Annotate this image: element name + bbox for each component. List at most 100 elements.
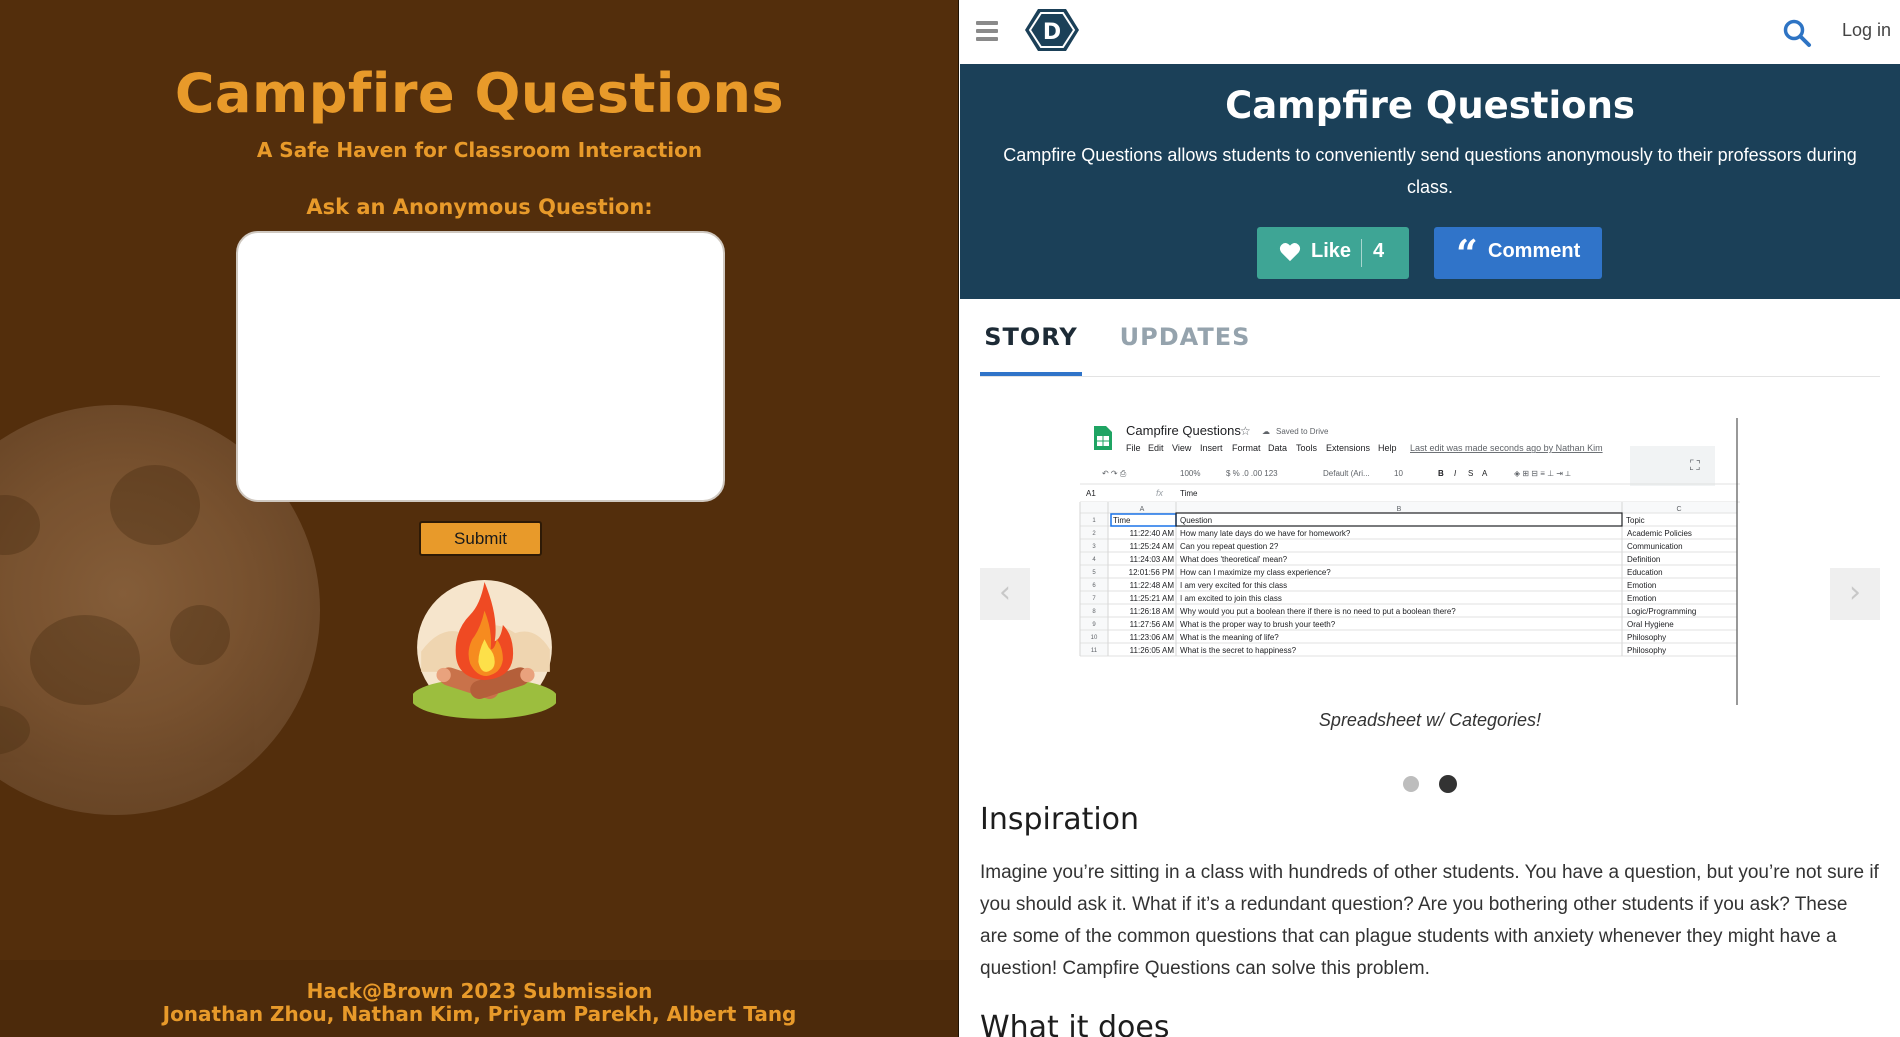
row-number: 11 [1091, 648, 1098, 654]
column-letter: C [1676, 506, 1681, 513]
sheet-menu-item: Tools [1296, 443, 1318, 453]
sheet-header-cell: Question [1180, 516, 1212, 525]
column-letter: B [1397, 506, 1402, 513]
devpost-panel: D Log in Campfire Questions Campfire Que… [960, 0, 1900, 1037]
sheet-time-cell: 11:25:21 AM [1130, 594, 1175, 603]
search-icon[interactable] [1782, 18, 1812, 48]
campfire-app-panel: Campfire Questions A Safe Haven for Clas… [0, 0, 959, 1037]
what-it-does-heading: What it does [980, 1010, 1170, 1037]
sheet-question-cell: What is the meaning of life? [1180, 633, 1279, 642]
sheet-menu-item: View [1172, 443, 1192, 453]
sheet-topic-cell: Emotion [1627, 594, 1656, 603]
last-edit-link: Last edit was made seconds ago by Nathan… [1410, 443, 1603, 453]
tab-story[interactable]: STORY [980, 300, 1082, 376]
carousel-dot-2[interactable] [1439, 775, 1457, 793]
sheet-toolbar: ↶ ↷ ⎙ 100% $ % .0 .00 123 Default (Ari..… [1102, 469, 1571, 478]
like-divider [1361, 239, 1362, 267]
sheet-question-cell: I am excited to join this class [1180, 594, 1282, 603]
like-label: Like [1311, 240, 1352, 262]
sheet-question-cell: I am very excited for this class [1180, 581, 1287, 590]
menu-icon[interactable] [976, 21, 998, 43]
svg-text:fx: fx [1156, 488, 1164, 498]
sheet-time-cell: 11:22:40 AM [1130, 529, 1175, 538]
carousel-next-button[interactable]: › [1830, 568, 1880, 620]
sheet-menu-item: Help [1378, 443, 1397, 453]
project-title: Campfire Questions [1225, 84, 1635, 127]
sheet-question-cell: What is the secret to happiness? [1180, 646, 1297, 655]
sheet-topic-cell: Communication [1627, 542, 1683, 551]
top-navbar: D Log in [960, 0, 1900, 65]
comment-button[interactable]: “ Comment [1434, 227, 1602, 279]
sheet-menu-item: File [1126, 443, 1141, 453]
sheet-topic-cell: Philosophy [1627, 646, 1666, 655]
svg-text:B: B [1438, 469, 1444, 478]
sheet-topic-cell: Oral Hygiene [1627, 620, 1674, 629]
ask-question-label: Ask an Anonymous Question: [306, 195, 653, 219]
sheet-menu-item: Extensions [1326, 443, 1371, 453]
campfire-icon [413, 580, 556, 719]
formula-value: Time [1180, 489, 1198, 498]
cloud-icon: ☁ [1262, 427, 1270, 436]
zoom-level: 100% [1180, 469, 1200, 478]
svg-text:↶ ↷ ⎙: ↶ ↷ ⎙ [1102, 469, 1127, 478]
sheet-grid: A B CTime Question Topic12 11:22:40 AM How man… [1079, 502, 1738, 657]
sheet-question-cell: What is the proper way to brush your tee… [1180, 620, 1336, 629]
sheet-topic-cell: Education [1627, 568, 1663, 577]
sheet-time-cell: 11:26:18 AM [1130, 607, 1175, 616]
sheet-question-cell: Can you repeat question 2? [1180, 542, 1279, 551]
svg-text:S: S [1468, 469, 1473, 478]
sheet-question-cell: Why would you put a boolean there if the… [1180, 607, 1456, 616]
font-size: 10 [1394, 469, 1403, 478]
row-number: 10 [1091, 635, 1098, 641]
login-link[interactable]: Log in [1842, 20, 1891, 41]
sheet-menu-item: Edit [1148, 443, 1164, 453]
like-button[interactable]: Like 4 [1257, 227, 1409, 279]
sheet-topic-cell: Emotion [1627, 581, 1656, 590]
devpost-logo[interactable]: D [1024, 8, 1080, 52]
project-description: Campfire Questions allows students to co… [1003, 145, 1857, 197]
logo-letter: D [1043, 20, 1061, 45]
submit-button[interactable]: Submit [419, 521, 542, 556]
sheet-time-cell: 11:24:03 AM [1130, 555, 1175, 564]
sheet-topic-cell: Philosophy [1627, 633, 1666, 642]
fullscreen-overlay[interactable] [1630, 446, 1715, 486]
comment-label: Comment [1488, 240, 1581, 262]
app-title: Campfire Questions [174, 62, 785, 125]
sheet-time-cell: 11:22:48 AM [1130, 581, 1175, 590]
google-sheets-icon [1094, 426, 1112, 450]
svg-text:$ % .0 .00 123: $ % .0 .00 123 [1226, 469, 1278, 478]
sheet-doc-title: Campfire Questions [1126, 423, 1241, 438]
svg-text:◈ ⊞ ⊟ ≡ ⊥ ⇥ ⟂: ◈ ⊞ ⊟ ≡ ⊥ ⇥ ⟂ [1514, 469, 1571, 478]
sheet-menu-item: Insert [1200, 443, 1223, 453]
star-icon: ☆ [1240, 424, 1251, 438]
inspiration-heading: Inspiration [980, 802, 1140, 837]
carousel-prev-button[interactable]: ‹ [980, 568, 1030, 620]
sheet-time-cell: 11:26:05 AM [1130, 646, 1175, 655]
sheet-time-cell: 11:23:06 AM [1130, 633, 1175, 642]
sheet-menu-item: Data [1268, 443, 1287, 453]
sheet-time-cell: 11:27:56 AM [1130, 620, 1175, 629]
sheet-menu-item: Format [1232, 443, 1261, 453]
heart-icon [1279, 243, 1301, 262]
footer-authors-text: Jonathan Zhou, Nathan Kim, Priyam Parekh… [162, 1002, 797, 1026]
tab-updates[interactable]: UPDATES [1110, 300, 1260, 376]
chevron-left-icon: ‹ [999, 575, 1011, 610]
saved-status: Saved to Drive [1276, 427, 1329, 436]
carousel-dot-1[interactable] [1403, 776, 1419, 792]
sheet-topic-cell: Logic/Programming [1627, 607, 1696, 616]
inspiration-text: Imagine you’re sitting in a class with h… [980, 862, 1879, 979]
quote-icon: “ [1456, 231, 1478, 276]
sheet-topic-cell: Definition [1627, 555, 1660, 564]
chevron-right-icon: › [1849, 575, 1861, 610]
sheet-question-cell: How can I maximize my class experience? [1180, 568, 1331, 577]
sheet-header-cell: Time [1113, 516, 1131, 525]
column-letter: A [1140, 506, 1145, 513]
font-select: Default (Ari... [1323, 469, 1370, 478]
cell-ref: A1 [1086, 489, 1096, 498]
fullscreen-icon: ⛶ [1690, 457, 1700, 473]
footer-submission-text: Hack@Brown 2023 Submission [306, 979, 653, 1003]
carousel-caption: Spreadsheet w/ Categories! [1318, 710, 1542, 730]
sheet-topic-cell: Academic Policies [1627, 529, 1692, 538]
svg-text:A: A [1482, 469, 1488, 478]
question-textarea[interactable] [236, 231, 725, 502]
